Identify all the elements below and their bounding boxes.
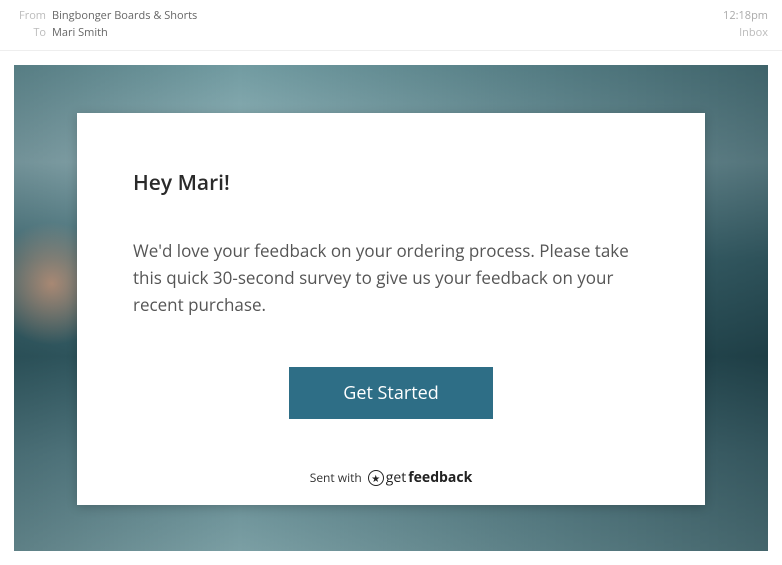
email-header: From Bingbonger Boards & Shorts To Mari … xyxy=(0,0,782,51)
header-left: From Bingbonger Boards & Shorts To Mari … xyxy=(14,8,197,40)
get-started-button[interactable]: Get Started xyxy=(289,367,492,419)
folder-label: Inbox xyxy=(723,25,768,40)
timestamp: 12:18pm xyxy=(723,8,768,23)
greeting-text: Hey Mari! xyxy=(133,169,649,197)
getfeedback-logo[interactable]: ★ getfeedback xyxy=(368,468,472,487)
from-label: From xyxy=(14,8,46,23)
from-row: From Bingbonger Boards & Shorts xyxy=(14,8,197,23)
header-right: 12:18pm Inbox xyxy=(723,8,768,40)
sent-with-footer: Sent with ★ getfeedback xyxy=(77,468,705,487)
email-background: Hey Mari! We'd love your feedback on you… xyxy=(14,65,768,551)
body-text: We'd love your feedback on your ordering… xyxy=(133,237,649,319)
to-label: To xyxy=(14,25,46,40)
message-card: Hey Mari! We'd love your feedback on you… xyxy=(77,113,705,505)
to-value: Mari Smith xyxy=(52,25,108,40)
email-body-wrapper: Hey Mari! We'd love your feedback on you… xyxy=(0,51,782,565)
brand-prefix: get xyxy=(386,468,406,487)
from-value: Bingbonger Boards & Shorts xyxy=(52,8,197,23)
star-icon: ★ xyxy=(368,470,384,486)
sent-with-label: Sent with xyxy=(310,469,362,486)
brand-bold: feedback xyxy=(408,468,472,487)
to-row: To Mari Smith xyxy=(14,25,197,40)
